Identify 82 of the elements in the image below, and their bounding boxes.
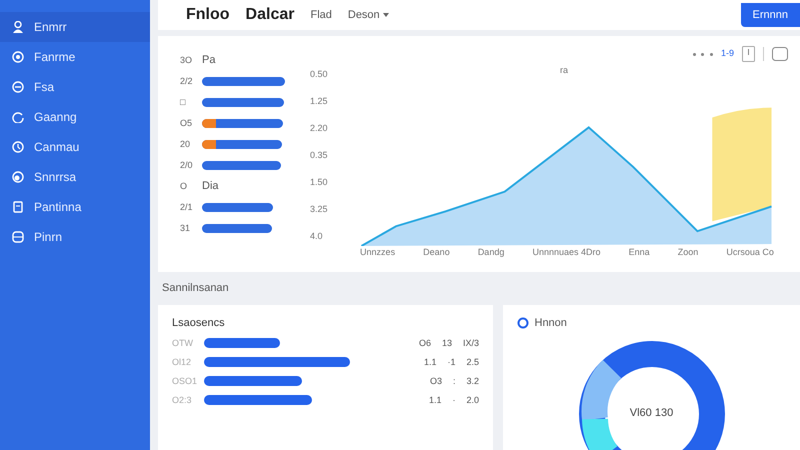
row-code: □ <box>180 96 186 109</box>
column-code: 3O <box>180 54 194 67</box>
row-code: 20 <box>180 138 192 151</box>
refresh-icon <box>12 111 24 123</box>
sidebar-label: Gaanng <box>34 109 77 126</box>
table-cell-text: 2.5 <box>466 356 479 368</box>
row-code: O5 <box>180 116 194 130</box>
row-label: OSO1 <box>172 374 198 388</box>
donut-center-label: Vl60 130 <box>628 406 674 421</box>
dot-icon <box>12 171 24 183</box>
square-icon <box>12 231 24 243</box>
sidebar-label: Fsa <box>34 79 54 96</box>
row-text: Dia <box>202 179 219 194</box>
axis-label: 2.20 <box>310 122 329 136</box>
peak-label: ra <box>558 64 569 77</box>
axis-label: 3.25 <box>310 203 329 216</box>
window-icon[interactable] <box>772 47 788 61</box>
column-label: Pa <box>202 53 216 68</box>
axis-label: Ucrsoua Co <box>726 246 774 258</box>
card-title: Hnnon <box>534 316 567 330</box>
axis-label: Deano <box>423 246 450 258</box>
sidebar-label: Enmrr <box>34 19 67 36</box>
axis-label: Enna <box>628 246 650 258</box>
sidebar-item[interactable]: Snnrrsa <box>0 162 150 192</box>
caret-icon <box>382 12 389 17</box>
header-button[interactable]: Ernnnn <box>740 3 800 27</box>
row-code: O <box>180 180 188 193</box>
circle-icon <box>517 316 529 329</box>
table-cell-text: · <box>452 394 456 406</box>
row-label: O2:3 <box>172 394 193 406</box>
dots-icon <box>692 52 713 56</box>
page-title: Fnloo <box>186 5 230 25</box>
row-code: 2/0 <box>180 158 194 172</box>
card-title: Lsaosencs <box>172 316 226 330</box>
axis-label: 1.25 <box>310 95 329 108</box>
row-label: Ol12 <box>172 356 192 368</box>
table-cell-text: 3.2 <box>466 374 479 388</box>
sidebar-label: Fanrme <box>34 49 76 66</box>
axis-label: Dandg <box>478 246 504 259</box>
sidebar-item[interactable]: Pinrn <box>0 222 150 252</box>
row-label: OTW <box>172 336 194 350</box>
range-label: 1-9 <box>720 47 734 60</box>
table-cell-text: IX/3 <box>462 336 479 350</box>
section-title: Sannilnsanan <box>162 281 230 296</box>
row-code: 2/1 <box>180 200 194 214</box>
table-cell-text: 1.1 <box>428 394 442 406</box>
clock-icon <box>12 141 24 153</box>
axis-label: 0.50 <box>310 68 329 81</box>
axis-label: 1.50 <box>310 176 329 190</box>
document-icon <box>12 201 24 213</box>
sidebar-item[interactable]: Enmrr <box>0 12 150 42</box>
sidebar-item[interactable]: Gaanng <box>0 102 150 132</box>
sidebar-item[interactable]: Fsa <box>0 72 150 102</box>
sidebar-item[interactable]: Canmau <box>0 132 150 162</box>
table-cell-text: : <box>452 374 456 388</box>
sidebar-label: Pinrn <box>34 229 62 246</box>
sidebar-label: Snnrrsa <box>34 169 76 186</box>
axis-label: 0.35 <box>310 149 329 162</box>
target-icon <box>12 51 24 63</box>
export-icon[interactable] <box>742 46 755 62</box>
table-cell-text: O3 <box>430 374 442 388</box>
sidebar-item[interactable]: Pantinna <box>0 192 150 222</box>
axis-label: Unnzzes <box>360 246 396 258</box>
dropdown-label: Deson <box>348 8 380 21</box>
filter-label: Flad <box>310 8 332 23</box>
dropdown[interactable]: Deson <box>348 6 389 24</box>
axis-label: Zoon <box>678 246 698 258</box>
sidebar-label: Pantinna <box>34 199 82 216</box>
table-cell-text: ·1 <box>447 356 456 368</box>
table-cell-text: 2.0 <box>466 394 479 406</box>
table-cell-text: 13 <box>442 336 452 350</box>
table-cell-text: O6 <box>418 336 431 350</box>
axis-label: 4.0 <box>310 230 324 244</box>
sidebar-item[interactable]: Fanrme <box>0 42 150 72</box>
user-icon <box>12 21 24 33</box>
table-cell-text: 1.1 <box>424 356 436 368</box>
row-code: 31 <box>180 222 192 235</box>
axis-label: Unnnnuaes 4Dro <box>532 246 600 258</box>
row-code: 2/2 <box>180 74 194 88</box>
circle-icon <box>12 81 24 93</box>
sidebar-label: Canmau <box>34 139 80 156</box>
page-subtitle: Dalcar <box>246 5 294 25</box>
